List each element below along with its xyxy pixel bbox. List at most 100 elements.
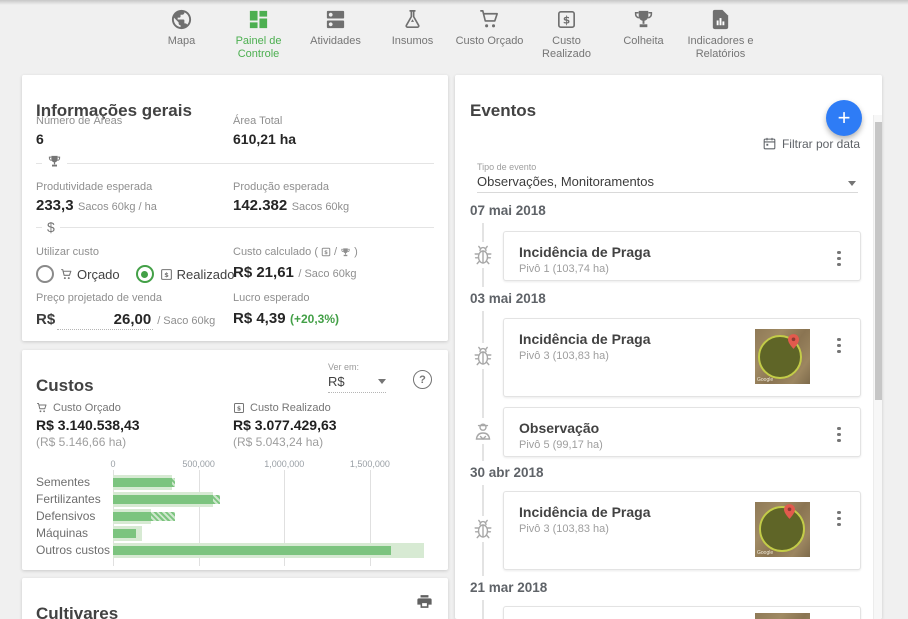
dollar-box-icon: $ (321, 247, 331, 257)
person-icon (470, 418, 496, 444)
bug-icon (470, 242, 496, 268)
map-thumbnail[interactable]: Google (755, 502, 810, 557)
chart-tick: 500,000 (182, 459, 215, 469)
timeline-rail (482, 600, 484, 619)
globe-icon (143, 5, 220, 31)
chart-row (113, 491, 435, 508)
bug-icon (470, 516, 496, 542)
chart-tick: 0 (110, 459, 115, 469)
nav-item-mapa[interactable]: Mapa (143, 5, 220, 61)
event-card[interactable]: Incidência de Praga Pivô 3 (103,83 ha) G… (503, 491, 861, 570)
map-thumbnail[interactable] (755, 613, 810, 619)
event-card[interactable]: Incidência de Praga Pivô 3 (103,83 ha) G… (503, 318, 861, 397)
report-icon (682, 5, 759, 31)
map-watermark: Google (757, 550, 773, 556)
more-options-icon[interactable] (830, 506, 848, 531)
trophy-icon (42, 154, 67, 174)
radio-unchecked-icon[interactable] (36, 265, 54, 283)
dollar-icon: $ (42, 218, 60, 236)
field-num-areas: Número de Áreas 6 (36, 115, 122, 147)
field-circle (759, 506, 805, 552)
more-options-icon[interactable] (830, 246, 848, 271)
map-watermark: Google (757, 377, 773, 383)
nav-item-indicadores-relatorios[interactable]: Indicadores e Relatórios (682, 5, 759, 61)
event-title: Observação (519, 420, 860, 436)
event-date: 21 mar 2018 (470, 580, 547, 595)
event-subtitle: Pivô 1 (103,74 ha) (519, 263, 860, 275)
field-calc-cost: Custo calculado ( $ / ) R$ 21,61 / Saco … (233, 246, 358, 282)
chart-row (113, 508, 435, 525)
cart-icon (60, 268, 73, 281)
nav-item-custo-realizado[interactable]: $ Custo Realizado (528, 5, 605, 61)
chevron-down-icon[interactable] (848, 181, 856, 186)
divider (36, 163, 434, 164)
nav-item-atividades[interactable]: Atividades (297, 5, 374, 61)
map-thumbnail[interactable]: Google (755, 329, 810, 384)
radio-checked-icon[interactable] (136, 265, 154, 283)
chevron-down-icon (378, 379, 386, 384)
field-production: Produção esperada 142.382 Sacos 60kg (233, 181, 349, 215)
general-info-card: Informações gerais Número de Áreas 6 Áre… (22, 75, 448, 341)
field-total-area: Área Total 610,21 ha (233, 115, 296, 147)
chart-row (113, 525, 435, 542)
filter-by-date-button[interactable]: Filtrar por data (762, 136, 860, 151)
nav-label: Colheita (605, 35, 682, 48)
costs-bar-chart: Sementes Fertilizantes Defensivos Máquin… (22, 456, 448, 568)
nav-label: Custo Orçado (451, 35, 528, 48)
event-type-select[interactable]: Observações, Monitoramentos (477, 174, 654, 189)
nav-label: Atividades (297, 35, 374, 48)
field-use-cost: Utilizar custo Orçado $ Realizado (36, 246, 250, 283)
nav-label: Custo Realizado (528, 35, 605, 61)
add-event-button[interactable]: + (826, 100, 862, 136)
trophy-icon (605, 5, 682, 31)
nav-item-insumos[interactable]: Insumos (374, 5, 451, 61)
select-underline (477, 192, 858, 193)
budgeted-cost-summary: Custo Orçado R$ 3.140.538,43 (R$ 5.146,6… (36, 402, 140, 449)
event-date: 03 mai 2018 (470, 291, 546, 306)
field-profit: Lucro esperado R$ 4,39 (+20,3%) (233, 292, 339, 328)
help-icon[interactable]: ? (413, 370, 432, 389)
svg-text:$: $ (324, 250, 328, 256)
more-options-icon[interactable] (830, 333, 848, 358)
event-type-label: Tipo de evento (477, 162, 536, 172)
profit-delta: (+20,3%) (290, 312, 339, 326)
nav-label: Insumos (374, 35, 451, 48)
nav-label: Indicadores e Relatórios (682, 35, 759, 61)
nav-item-colheita[interactable]: Colheita (605, 5, 682, 61)
svg-text:$: $ (563, 15, 570, 27)
view-in-select: Ver em: R$ (328, 362, 386, 393)
chart-category-labels: Sementes Fertilizantes Defensivos Máquin… (36, 474, 110, 559)
scrollbar-thumb[interactable] (875, 122, 882, 400)
sale-price-input[interactable] (57, 310, 153, 330)
more-options-icon[interactable] (830, 422, 848, 447)
bug-icon (470, 343, 496, 369)
card-title: Custos (36, 376, 94, 396)
dashboard-page: Mapa Painel de Controle Atividades Insum… (0, 0, 908, 619)
event-card-partial[interactable] (503, 606, 861, 619)
svg-text:$: $ (164, 270, 169, 278)
event-subtitle: Pivô 5 (99,17 ha) (519, 439, 860, 451)
top-navigation: Mapa Painel de Controle Atividades Insum… (143, 5, 759, 61)
nav-label: Mapa (143, 35, 220, 48)
event-card[interactable]: Observação Pivô 5 (99,17 ha) (503, 407, 861, 457)
chart-row (113, 474, 435, 491)
card-title: Cultivares (36, 604, 118, 619)
nav-item-painel-de-controle[interactable]: Painel de Controle (220, 5, 297, 61)
currency-dropdown[interactable]: R$ (328, 374, 386, 393)
map-pin-icon (784, 504, 795, 519)
field-productivity: Produtividade esperada 233,3 Sacos 60kg … (36, 181, 157, 215)
chart-tick: 1,000,000 (264, 459, 304, 469)
flask-icon (374, 5, 451, 31)
print-icon[interactable] (415, 592, 434, 616)
field-sale-price: Preço projetado de venda R$ / Saco 60kg (36, 292, 215, 330)
radio-orcado[interactable]: Orçado (36, 265, 120, 283)
trophy-icon (340, 247, 351, 258)
cultivars-card: Cultivares (22, 578, 448, 619)
nav-label: Painel de Controle (220, 35, 297, 61)
nav-item-custo-orcado[interactable]: Custo Orçado (451, 5, 528, 61)
card-title: Eventos (470, 101, 536, 121)
calendar-icon (762, 136, 777, 151)
radio-realizado[interactable]: $ Realizado (136, 265, 235, 283)
event-card[interactable]: Incidência de Praga Pivô 1 (103,74 ha) (503, 231, 861, 281)
dollar-box-icon: $ (160, 268, 173, 281)
